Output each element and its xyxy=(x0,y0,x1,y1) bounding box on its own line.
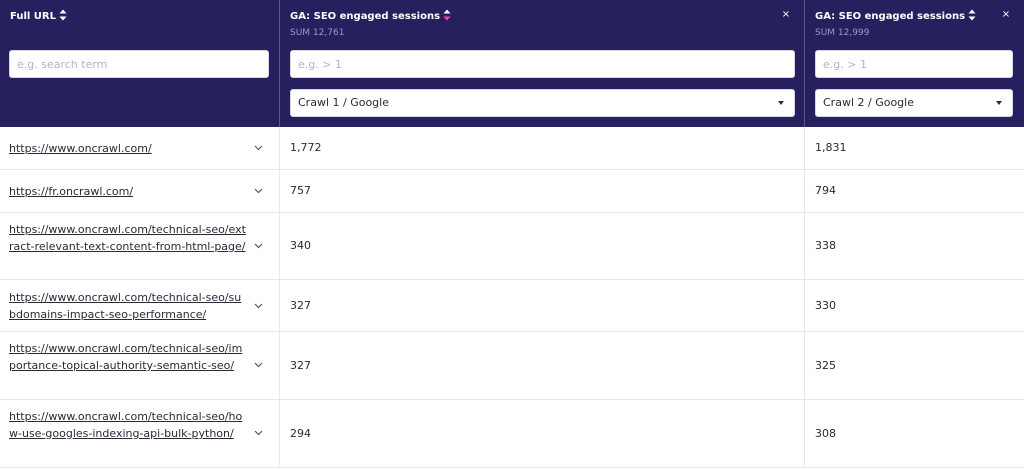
session-value: 340 xyxy=(290,239,311,252)
url-cell: https://www.oncrawl.com/technical-seo/ho… xyxy=(0,400,279,467)
chevron-down-icon xyxy=(996,101,1002,105)
url-link[interactable]: https://www.oncrawl.com/technical-seo/ho… xyxy=(9,408,247,442)
column-title-sessions-crawl2[interactable]: GA: SEO engaged sessions xyxy=(815,9,976,22)
chevron-down-icon[interactable] xyxy=(254,243,263,249)
chevron-down-icon[interactable] xyxy=(254,430,263,436)
url-link[interactable]: https://www.oncrawl.com/technical-seo/ex… xyxy=(9,221,247,255)
sessions-cell-crawl2: 1,831 xyxy=(804,127,1024,169)
table-row: https://www.oncrawl.com/ 1,772 1,831 xyxy=(0,127,1024,170)
sessions-cell-crawl1: 327 xyxy=(279,332,804,399)
url-link[interactable]: https://fr.oncrawl.com/ xyxy=(9,183,247,200)
filter-input-crawl2[interactable] xyxy=(815,50,1013,78)
chevron-down-icon xyxy=(778,101,784,105)
url-link[interactable]: https://www.oncrawl.com/technical-seo/im… xyxy=(9,340,247,374)
chevron-down-icon[interactable] xyxy=(254,188,263,194)
source-select-crawl2[interactable]: Crawl 2 / Google xyxy=(815,89,1013,117)
url-cell: https://www.oncrawl.com/technical-seo/ex… xyxy=(0,213,279,279)
sessions-cell-crawl2: 330 xyxy=(804,280,1024,331)
sort-icon[interactable] xyxy=(59,9,67,21)
sessions-cell-crawl1: 1,772 xyxy=(279,127,804,169)
sessions-cell-crawl2: 794 xyxy=(804,170,1024,212)
close-icon: × xyxy=(781,9,791,20)
sessions-cell-crawl1: 294 xyxy=(279,400,804,467)
chevron-down-icon[interactable] xyxy=(254,303,263,309)
url-link[interactable]: https://www.oncrawl.com/ xyxy=(9,140,247,157)
session-value: 338 xyxy=(815,239,836,252)
session-value: 757 xyxy=(290,184,311,197)
session-value: 327 xyxy=(290,359,311,372)
session-value: 294 xyxy=(290,427,311,440)
session-value: 325 xyxy=(815,359,836,372)
sessions-cell-crawl2: 325 xyxy=(804,332,1024,399)
chevron-down-icon[interactable] xyxy=(254,362,263,368)
session-value: 308 xyxy=(815,427,836,440)
session-value: 330 xyxy=(815,299,836,312)
column-header-full-url: Full URL xyxy=(0,0,279,127)
close-column-button[interactable]: × xyxy=(1000,9,1012,21)
sessions-cell-crawl1: 327 xyxy=(279,280,804,331)
column-sum: SUM 12,761 xyxy=(290,28,345,38)
table-row: https://www.oncrawl.com/technical-seo/ho… xyxy=(0,400,1024,468)
url-cell: https://fr.oncrawl.com/ xyxy=(0,170,279,212)
session-value: 327 xyxy=(290,299,311,312)
close-icon: × xyxy=(1001,9,1011,20)
filter-input-crawl1[interactable] xyxy=(290,50,795,78)
table-row: https://www.oncrawl.com/technical-seo/im… xyxy=(0,332,1024,400)
table-header: Full URL GA: SEO engaged sessions SUM 12… xyxy=(0,0,1024,127)
url-cell: https://www.oncrawl.com/technical-seo/su… xyxy=(0,280,279,331)
sessions-cell-crawl2: 308 xyxy=(804,400,1024,467)
table-row: https://fr.oncrawl.com/ 757 794 xyxy=(0,170,1024,213)
sort-icon[interactable] xyxy=(968,9,976,21)
session-value: 794 xyxy=(815,184,836,197)
table-body: https://www.oncrawl.com/ 1,772 1,831 htt… xyxy=(0,127,1024,468)
session-value: 1,831 xyxy=(815,141,847,154)
url-cell: https://www.oncrawl.com/technical-seo/im… xyxy=(0,332,279,399)
sessions-cell-crawl2: 338 xyxy=(804,213,1024,279)
column-header-sessions-crawl2: GA: SEO engaged sessions SUM 12,999 × Cr… xyxy=(804,0,1024,127)
column-title-full-url[interactable]: Full URL xyxy=(10,9,67,22)
close-column-button[interactable]: × xyxy=(780,9,792,21)
sort-desc-icon[interactable] xyxy=(443,9,451,21)
source-select-crawl1[interactable]: Crawl 1 / Google xyxy=(290,89,795,117)
table-row: https://www.oncrawl.com/technical-seo/su… xyxy=(0,280,1024,332)
data-table: Full URL GA: SEO engaged sessions SUM 12… xyxy=(0,0,1024,470)
sessions-cell-crawl1: 340 xyxy=(279,213,804,279)
session-value: 1,772 xyxy=(290,141,322,154)
column-sum: SUM 12,999 xyxy=(815,28,870,38)
url-link[interactable]: https://www.oncrawl.com/technical-seo/su… xyxy=(9,289,247,323)
url-cell: https://www.oncrawl.com/ xyxy=(0,127,279,169)
column-title-sessions-crawl1[interactable]: GA: SEO engaged sessions xyxy=(290,9,451,22)
column-header-sessions-crawl1: GA: SEO engaged sessions SUM 12,761 × Cr… xyxy=(279,0,804,127)
sessions-cell-crawl1: 757 xyxy=(279,170,804,212)
url-search-input[interactable] xyxy=(9,50,269,78)
table-row: https://www.oncrawl.com/technical-seo/ex… xyxy=(0,213,1024,280)
chevron-down-icon[interactable] xyxy=(254,145,263,151)
